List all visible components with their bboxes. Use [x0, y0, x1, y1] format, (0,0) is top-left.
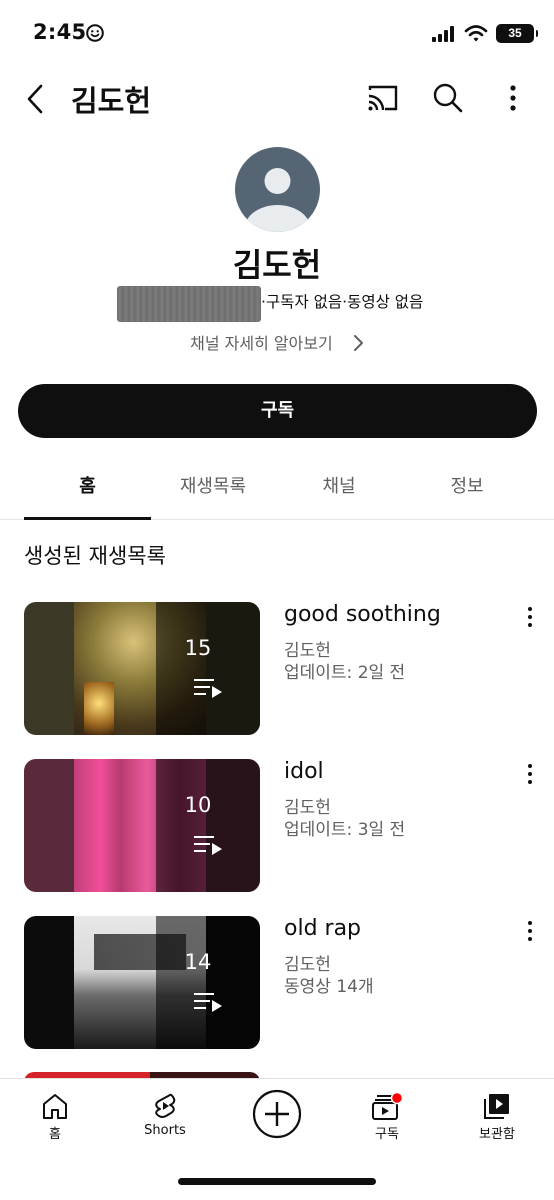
playlist-item[interactable]: 14 old rap 김도헌 동영상 14개	[0, 916, 554, 1052]
channel-stats: ·구독자 없음·동영상 없음	[261, 293, 424, 311]
nav-shorts-label: Shorts	[144, 1123, 186, 1138]
nav-library-label: 보관함	[479, 1127, 515, 1142]
notification-dot	[390, 1091, 404, 1105]
smiley-icon	[86, 24, 104, 42]
channel-meta: ·구독자 없음·동영상 없음	[0, 286, 554, 322]
redacted-handle	[117, 286, 261, 322]
video-count: 15	[184, 636, 212, 660]
nav-subscriptions[interactable]: 구독	[342, 1091, 432, 1142]
tab-home[interactable]: 홈	[24, 462, 151, 520]
nav-subscriptions-label: 구독	[375, 1127, 399, 1142]
home-icon	[43, 1094, 67, 1119]
create-plus-icon[interactable]	[252, 1089, 302, 1139]
chevron-right-icon	[353, 335, 363, 351]
playlist-item[interactable]: 15 good soothing 김도헌 업데이트: 2일 전	[0, 602, 554, 738]
nav-home-label: 홈	[49, 1127, 61, 1142]
playlist-updated: 업데이트: 2일 전	[284, 663, 406, 683]
channel-avatar	[235, 147, 320, 232]
playlist-thumbnail[interactable]: 15	[24, 602, 260, 735]
playlist-title[interactable]: old rap	[284, 916, 361, 941]
nav-library[interactable]: 보관함	[452, 1091, 542, 1142]
default-avatar-icon	[244, 168, 311, 232]
playlist-item[interactable]: 10 idol 김도헌 업데이트: 3일 전	[0, 759, 554, 895]
channel-name: 김도헌	[232, 246, 322, 284]
library-icon	[484, 1094, 509, 1119]
playlist-updated: 업데이트: 3일 전	[284, 820, 406, 840]
more-options-icon[interactable]	[500, 82, 526, 114]
tab-playlists[interactable]: 재생목록	[152, 462, 274, 520]
subscriptions-icon	[372, 1091, 404, 1120]
app-header: 김도헌	[0, 66, 554, 130]
search-icon[interactable]	[432, 82, 464, 114]
subscribe-button[interactable]: 구독	[18, 384, 537, 438]
cast-icon[interactable]	[366, 83, 400, 113]
video-count: 14	[184, 950, 212, 974]
playlist-thumbnail[interactable]: 14	[24, 916, 260, 1049]
status-time: 2:45	[33, 20, 87, 44]
status-bar: 2:45 35	[0, 0, 554, 66]
video-count: 10	[184, 793, 212, 817]
channel-tabs: 홈 재생목록 채널 정보	[0, 462, 554, 520]
nav-shorts[interactable]: Shorts	[120, 1091, 210, 1138]
tab-about[interactable]: 정보	[404, 462, 530, 520]
playlist-title[interactable]: good soothing	[284, 602, 441, 627]
more-options-icon[interactable]	[520, 761, 540, 787]
back-arrow-icon[interactable]	[22, 82, 48, 116]
home-indicator	[178, 1178, 376, 1185]
playlist-title[interactable]: idol	[284, 759, 324, 784]
channel-about-link[interactable]: 채널 자세히 알아보기	[0, 330, 554, 354]
playlist-video-count: 동영상 14개	[284, 977, 374, 997]
nav-home[interactable]: 홈	[10, 1091, 100, 1142]
header-title: 김도헌	[71, 84, 152, 118]
more-options-icon[interactable]	[520, 604, 540, 630]
battery-icon: 35	[496, 24, 538, 43]
playlist-icon	[194, 836, 222, 855]
status-icons: 35	[432, 24, 538, 43]
playlist-icon	[194, 993, 222, 1012]
more-options-icon[interactable]	[520, 918, 540, 944]
about-link-label: 채널 자세히 알아보기	[190, 334, 333, 353]
shorts-icon	[155, 1093, 176, 1118]
playlist-thumbnail[interactable]: 10	[24, 759, 260, 892]
wifi-icon	[464, 24, 488, 41]
signal-icon	[432, 25, 454, 42]
section-title: 생성된 재생목록	[24, 544, 166, 568]
tab-channels[interactable]: 채널	[277, 462, 401, 520]
playlist-icon	[194, 679, 222, 698]
